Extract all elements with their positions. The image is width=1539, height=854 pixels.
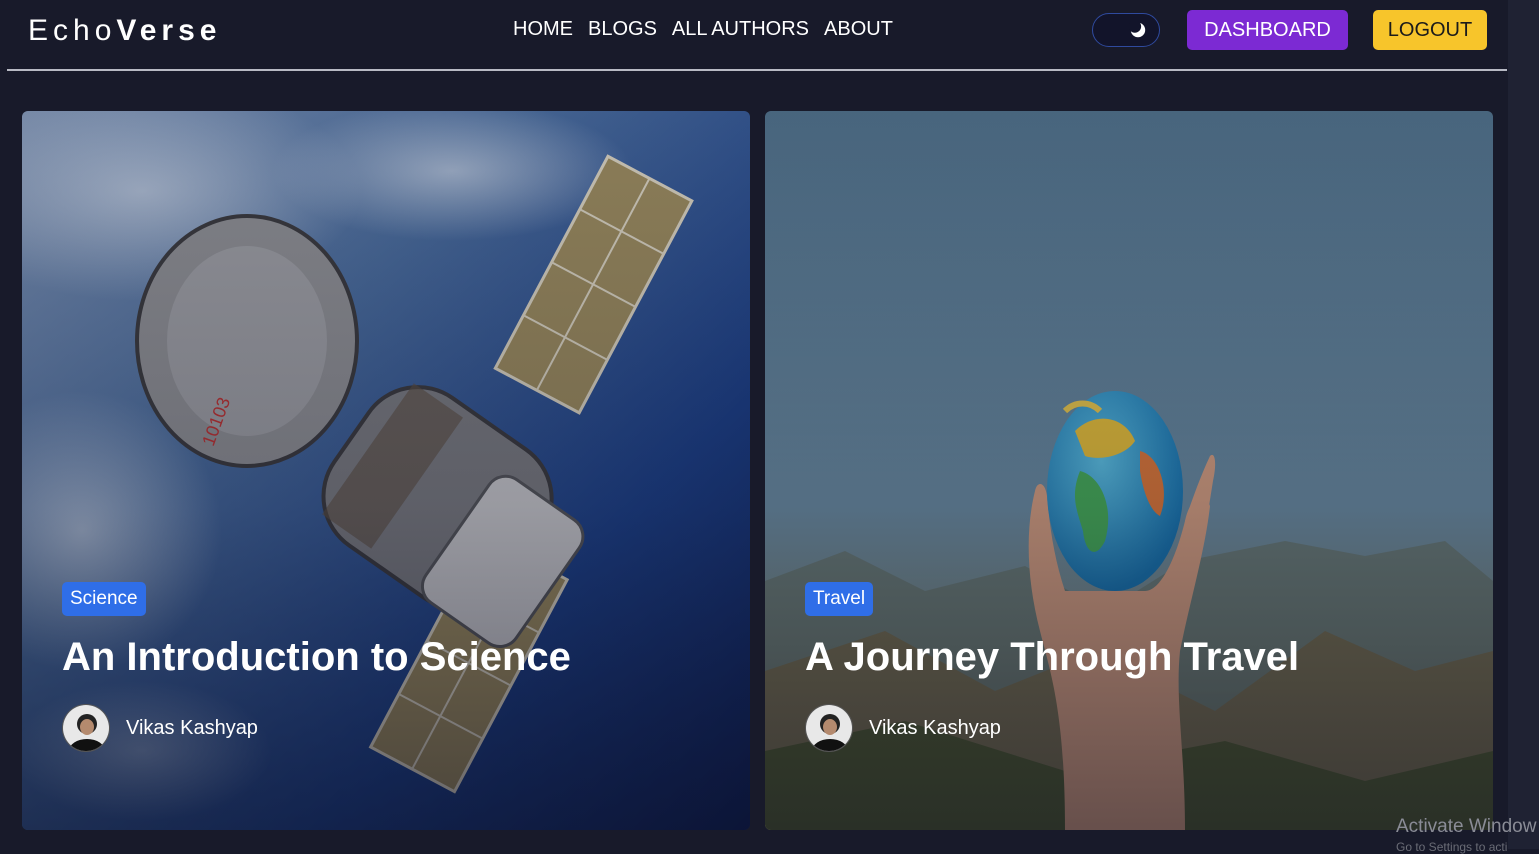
moon-icon xyxy=(1129,21,1146,38)
nav-link-all-authors[interactable]: ALL AUTHORS xyxy=(672,18,809,41)
nav-link-blogs[interactable]: BLOGS xyxy=(588,18,657,41)
category-badge[interactable]: Travel xyxy=(805,582,874,616)
logout-button[interactable]: LOGOUT xyxy=(1373,10,1487,50)
nav-link-about[interactable]: ABOUT xyxy=(824,18,893,41)
logo-light-text: Echo xyxy=(28,14,117,47)
post-title[interactable]: A Journey Through Travel xyxy=(805,634,1465,680)
author-info[interactable]: Vikas Kashyap xyxy=(805,704,1465,752)
blog-card-travel[interactable]: Travel A Journey Through Travel Vikas Ka… xyxy=(765,111,1493,830)
author-name[interactable]: Vikas Kashyap xyxy=(869,717,1001,740)
card-content: Science An Introduction to Science Vikas… xyxy=(62,582,722,752)
os-activation-watermark: Activate Window xyxy=(1396,816,1537,837)
main-nav: HOME BLOGS ALL AUTHORS ABOUT xyxy=(513,18,893,41)
post-title[interactable]: An Introduction to Science xyxy=(62,634,722,680)
logo-bold-text: Verse xyxy=(116,14,222,47)
blog-card-science[interactable]: 10103 Science An Introduction to Science… xyxy=(22,111,750,830)
card-content: Travel A Journey Through Travel Vikas Ka… xyxy=(805,582,1465,752)
page-scrollbar-strip[interactable] xyxy=(1508,0,1539,849)
author-name[interactable]: Vikas Kashyap xyxy=(126,717,258,740)
os-activation-watermark-sub: Go to Settings to acti xyxy=(1396,840,1508,854)
author-info[interactable]: Vikas Kashyap xyxy=(62,704,722,752)
nav-link-home[interactable]: HOME xyxy=(513,18,573,41)
navbar: EchoVerse HOME BLOGS ALL AUTHORS ABOUT D… xyxy=(0,0,1514,71)
theme-toggle[interactable] xyxy=(1092,13,1160,47)
navbar-divider xyxy=(7,69,1507,71)
dashboard-button[interactable]: DASHBOARD xyxy=(1187,10,1348,50)
category-badge[interactable]: Science xyxy=(62,582,146,616)
site-logo[interactable]: EchoVerse xyxy=(28,14,221,48)
author-avatar xyxy=(805,704,853,752)
author-avatar xyxy=(62,704,110,752)
